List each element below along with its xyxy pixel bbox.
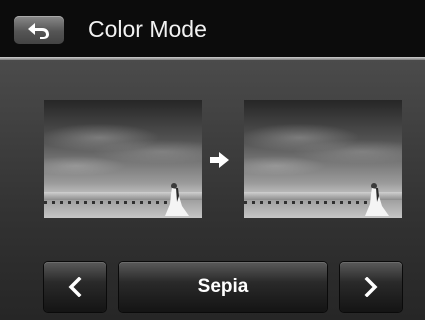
current-mode-label: Sepia xyxy=(197,276,249,297)
chevron-right-icon xyxy=(364,277,378,297)
original-preview-image xyxy=(44,100,202,218)
color-mode-screen: Color Mode Sepia xyxy=(0,0,425,320)
previous-mode-button[interactable] xyxy=(44,262,106,312)
back-button[interactable] xyxy=(14,16,64,44)
converted-preview-image xyxy=(244,100,402,218)
current-mode-button[interactable]: Sepia xyxy=(119,262,327,312)
header-bar: Color Mode xyxy=(0,0,425,57)
page-title: Color Mode xyxy=(88,16,207,42)
chevron-left-icon xyxy=(68,277,82,297)
next-mode-button[interactable] xyxy=(340,262,402,312)
arrow-right-icon xyxy=(210,152,229,168)
back-arrow-icon xyxy=(28,23,49,39)
